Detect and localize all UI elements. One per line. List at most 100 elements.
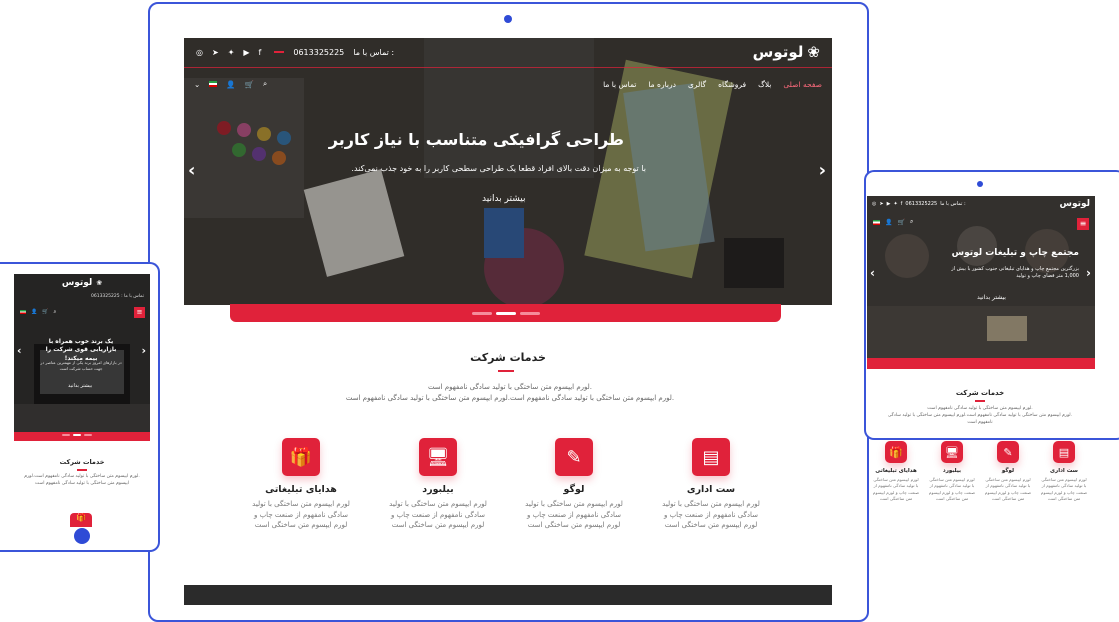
desktop-footer-dark	[184, 585, 832, 605]
mobile-services-underline	[77, 469, 87, 471]
service-gift[interactable]: 🎁 هدایای تبلیغاتی لورم ایپسوم متن ساختگی…	[248, 438, 354, 531]
nav-item-contact[interactable]: تماس با ما	[603, 80, 636, 89]
logo-design-icon: ✎	[997, 441, 1019, 463]
twitter-icon[interactable]: ✦	[228, 48, 235, 57]
user-icon[interactable]: 👤	[885, 219, 892, 226]
phone-number[interactable]: 0613325225	[293, 48, 344, 57]
service-title: لوگو	[563, 484, 585, 495]
tablet-service-gift[interactable]: 🎁 هدایای تبلیغاتی لورم ایپسوم متن ساختگی…	[872, 441, 920, 502]
cart-icon[interactable]: 🛒	[245, 80, 254, 89]
phone-label: تماس با ما :	[353, 47, 395, 57]
tablet-prev-arrow[interactable]: ‹	[870, 266, 875, 280]
tablet-menu-button[interactable]: ≡	[1077, 218, 1089, 230]
facebook-icon[interactable]: f	[259, 48, 262, 57]
tablet-service-billboard[interactable]: 🖥 بیلبورد لورم ایپسوم متن ساختگی با تولی…	[928, 441, 976, 502]
tablet-services-underline	[975, 400, 985, 402]
nav-icons: ⌄ 👤 🛒 ⌕	[194, 79, 267, 89]
pager-dot[interactable]	[472, 312, 492, 315]
pager-dot[interactable]	[84, 434, 92, 436]
search-icon[interactable]: ⌕	[910, 218, 913, 226]
brand-name: لوتوس	[752, 43, 804, 61]
tablet-services-text-1: .لورم ایپسوم متن ساختگی با تولید سادگی ن…	[927, 406, 1033, 411]
pager-dot-active[interactable]	[496, 312, 516, 315]
flag-iran-icon[interactable]	[20, 310, 26, 314]
services-title-underline	[498, 370, 514, 372]
search-icon[interactable]: ⌕	[53, 309, 56, 315]
youtube-icon[interactable]: ▶	[243, 48, 249, 57]
tablet-brand[interactable]: لوتوس	[1060, 199, 1090, 209]
user-icon[interactable]: 👤	[226, 80, 235, 89]
service-desc: لورم ایپسوم متن ساختگی با تولید سادگی نا…	[252, 500, 350, 529]
service-desc: لورم ایپسوم متن ساختگی با تولید سادگی نا…	[662, 500, 760, 529]
tablet-service-desc: لورم ایپسوم متن ساختگی با تولید سادگی نا…	[1040, 477, 1088, 501]
mobile-next-arrow[interactable]: ›	[141, 344, 146, 357]
tablet-service-desc: لورم ایپسوم متن ساختگی با تولید سادگی نا…	[984, 477, 1032, 501]
mobile-services-text: .لورم ایپسوم متن ساختگی با تولید سادگی ن…	[24, 474, 140, 486]
nav-item-home[interactable]: صفحه اصلی	[783, 80, 822, 89]
user-icon[interactable]: 👤	[31, 309, 37, 315]
mobile-topbar: لوتوس ❀	[14, 274, 150, 292]
gift-icon: 🎁	[885, 441, 907, 463]
office-set-icon: ▤	[1053, 441, 1075, 463]
facebook-icon[interactable]: f	[901, 201, 903, 207]
tablet-next-arrow[interactable]: ›	[1086, 266, 1091, 280]
pager-dot[interactable]	[520, 312, 540, 315]
nav-item-about[interactable]: درباره ما	[648, 80, 676, 89]
hero-subtitle: با توجه به میزان دقت بالای افراد قطعا یک…	[351, 164, 646, 173]
tablet-hero-subtitle: بزرگترین مجتمع چاپ و هدایای تبلیغاتی جنو…	[951, 266, 1079, 279]
tablet-service-desc: لورم ایپسوم متن ساختگی با تولید سادگی نا…	[928, 477, 976, 501]
search-icon[interactable]: ⌕	[263, 79, 267, 89]
nav-item-shop[interactable]: فروشگاه	[718, 80, 746, 89]
flag-iran-icon[interactable]	[873, 219, 880, 225]
mobile-hero-subtitle: در بازارهای امروز برند یکی از مهمترین عن…	[40, 360, 122, 371]
nav-item-gallery[interactable]: گالری	[688, 80, 706, 89]
tablet-camera-dot	[977, 181, 983, 187]
services-text-2: .لورم ایپسوم متن ساختگی با تولید سادگی ن…	[345, 394, 675, 402]
office-set-icon: ▤	[692, 438, 730, 476]
mobile-menu-button[interactable]: ≡	[134, 307, 145, 318]
telegram-icon[interactable]: ➤	[879, 201, 883, 207]
pager-dot-active[interactable]	[73, 434, 81, 436]
chevron-down-icon[interactable]: ⌄	[194, 80, 200, 89]
service-office-set[interactable]: ▤ ست اداری لورم ایپسوم متن ساختگی با تول…	[658, 438, 764, 531]
tablet-learn-more-button[interactable]: بیشتر بدانید	[977, 294, 1006, 301]
desktop-topbar: ◎ ➤ ✦ ▶ f 0613325225 تماس با ما : لوتوس …	[184, 38, 832, 66]
cart-icon[interactable]: 🛒	[42, 309, 48, 315]
twitter-icon[interactable]: ✦	[893, 201, 897, 207]
mobile-phone[interactable]: 0613325225	[91, 294, 120, 299]
divider	[274, 51, 285, 53]
service-billboard[interactable]: 🖥 بیلبورد لورم ایپسوم متن ساختگی با تولی…	[385, 438, 491, 531]
mobile-phone-label: تماس با ما :	[121, 294, 144, 299]
service-title: ست اداری	[686, 484, 736, 495]
service-desc: لورم ایپسوم متن ساختگی با تولید سادگی نا…	[525, 500, 623, 529]
hero-learn-more-button[interactable]: بیشتر بدانید	[482, 194, 525, 204]
pager-dot[interactable]	[62, 434, 70, 436]
hero-title: طراحی گرافیکی متناسب با نیاز کاربر	[328, 130, 624, 149]
tablet-service-office-set[interactable]: ▤ ست اداری لورم ایپسوم متن ساختگی با تول…	[1040, 441, 1088, 502]
hero-next-arrow[interactable]: ›	[819, 160, 826, 181]
lotus-icon: ❀	[96, 279, 103, 287]
mobile-learn-more-button[interactable]: بیشتر بدانید	[68, 383, 92, 389]
tablet-service-logo[interactable]: ✎ لوگو لورم ایپسوم متن ساختگی با تولید س…	[984, 441, 1032, 502]
instagram-icon[interactable]: ◎	[872, 201, 876, 207]
tablet-nav-icons: 👤 🛒 ⌕	[873, 218, 913, 226]
topbar-divider	[184, 67, 832, 68]
mobile-brand[interactable]: لوتوس ❀	[62, 278, 102, 288]
mobile-gift-icon: 🎁	[70, 513, 92, 527]
tablet-phone[interactable]: 0613325225	[905, 201, 937, 207]
nav-item-blog[interactable]: بلاگ	[758, 80, 771, 89]
cart-icon[interactable]: 🛒	[897, 219, 904, 226]
instagram-icon[interactable]: ◎	[196, 48, 203, 57]
hero-prev-arrow[interactable]: ‹	[188, 160, 195, 181]
brand-logo[interactable]: لوتوس ❀	[753, 43, 820, 61]
telegram-icon[interactable]: ➤	[212, 48, 219, 57]
tablet-service-title: ست اداری	[1050, 468, 1078, 474]
mobile-home-button[interactable]	[74, 528, 90, 544]
lotus-icon: ❀	[807, 43, 820, 61]
youtube-icon[interactable]: ▶	[887, 201, 891, 207]
social-icons: ◎ ➤ ✦ ▶ f 0613325225 تماس با ما :	[196, 48, 394, 57]
service-logo[interactable]: ✎ لوگو لورم ایپسوم متن ساختگی با تولید س…	[521, 438, 627, 531]
flag-iran-icon[interactable]	[209, 81, 218, 87]
tablet-phone-label: تماس با ما :	[940, 201, 966, 207]
mobile-prev-arrow[interactable]: ‹	[17, 344, 22, 357]
